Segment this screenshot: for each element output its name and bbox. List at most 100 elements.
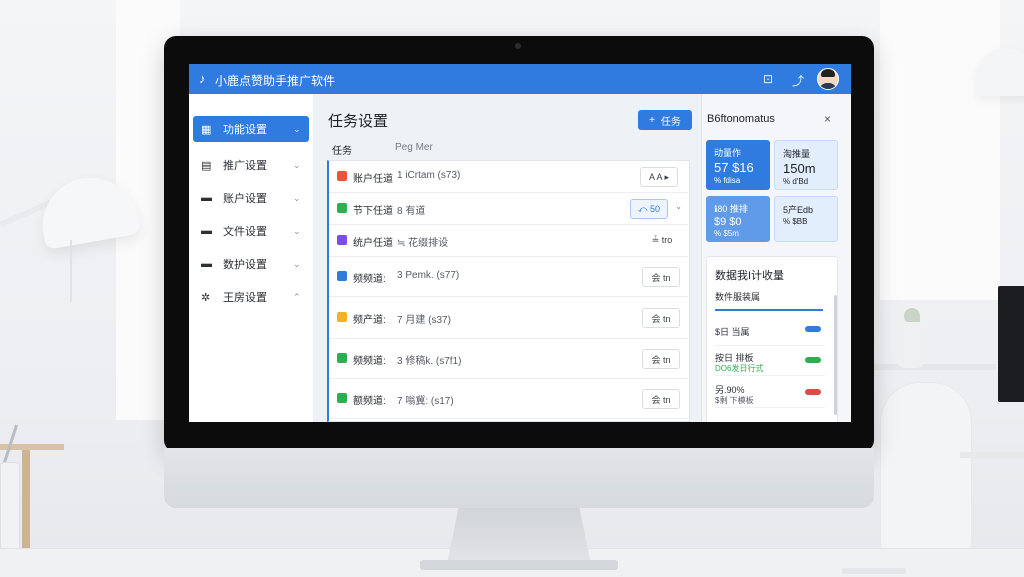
pen-cup: [0, 462, 20, 550]
stat-label: 淘推量: [783, 149, 811, 159]
stat-sub: % fdisa: [714, 176, 741, 185]
chevron-down-icon: ⌄: [293, 192, 301, 203]
close-icon[interactable]: ×: [824, 112, 831, 126]
sidebar-item-label: 王房设置: [223, 292, 267, 304]
task-row[interactable]: 频频道: 3 Pemk. (s77) 会 tn: [329, 257, 688, 297]
shelf: [872, 364, 996, 370]
task-row[interactable]: 节下任道 8 有道 ⤺ 50 ⌄: [329, 193, 688, 225]
task-row[interactable]: 统户任道 ≒ 花缀排设 ≟ tro: [329, 225, 688, 257]
task-name: 统户任道: [353, 238, 393, 249]
sidebar-item-label: 推广设置: [223, 160, 267, 172]
settings-icon[interactable]: ⊡: [763, 72, 773, 86]
task-name: 额频道:: [353, 396, 386, 407]
stat-label: 动量作: [714, 148, 742, 158]
task-detail: ≒ 花缀排设: [397, 238, 449, 249]
list-item[interactable]: $日 当属: [715, 317, 825, 346]
status-badge: [337, 171, 347, 181]
chevron-down-icon: ⌄: [293, 123, 301, 134]
sidebar-item-account-settings[interactable]: ▬ 账户设置 ⌄: [193, 185, 309, 211]
sidebar: ▦ 功能设置 ⌄ ▤ 推广设置 ⌄ ▬ 账户设置 ⌄ ▬ 文件设置 ⌄ ▬ 数护…: [189, 94, 314, 422]
task-detail: 7 月建 (s37): [397, 315, 451, 326]
card-icon: ▬: [201, 192, 212, 204]
toggle[interactable]: [805, 389, 821, 395]
side-monitor: [998, 286, 1024, 402]
task-action-button[interactable]: 会 tn: [642, 308, 680, 328]
status-badge: [337, 393, 347, 403]
grid-icon: ▦: [201, 123, 212, 136]
task-list: 账户任道 1 iCrtam (s73) A A ▸ 节下任道 8 有道 ⤺ 50…: [327, 160, 690, 422]
stat-value: $9 $0: [714, 216, 742, 228]
chevron-down-icon[interactable]: ⌄: [675, 202, 682, 211]
list-item-sub: DO6发日行式: [715, 364, 764, 373]
toggle[interactable]: [805, 326, 821, 332]
panel-title: B6ftonomatus: [707, 113, 775, 125]
stat-card[interactable]: 5产Edb % $BB: [774, 196, 838, 242]
list-item[interactable]: 另.90% $剩 下模板: [715, 379, 825, 408]
status-badge: [337, 203, 347, 213]
task-name: 账户任道: [353, 174, 393, 185]
title-bar: ♪ 小鹿点赞助手推广软件 ⊡ ⤴: [189, 64, 851, 94]
task-detail: 8 有道: [397, 206, 426, 217]
avatar[interactable]: [817, 68, 839, 90]
data-stats-card: 数据我I计收量 数件服装属 $日 当属 按日 排板 DO6发日行式 另.90% …: [706, 256, 838, 422]
task-name: 节下任道: [353, 206, 393, 217]
desk-lamp-cord: [70, 240, 72, 302]
right-panel: B6ftonomatus × 动量作 57 $16 % fdisa 淘推量 15…: [701, 94, 851, 422]
sidebar-item-data-settings[interactable]: ▬ 数护设置 ⌄: [193, 251, 309, 277]
app-window: ♪ 小鹿点赞助手推广软件 ⊡ ⤴ ▦ 功能设置 ⌄ ▤ 推广设置 ⌄ ▬ 账户设…: [189, 64, 851, 422]
task-action-button[interactable]: 会 tn: [642, 349, 680, 369]
monitor-stand: [447, 508, 591, 564]
card-title: 数据我I计收量: [715, 270, 785, 282]
task-action-button[interactable]: ⤺ 50: [630, 199, 668, 219]
app-title: 小鹿点赞助手推广软件: [215, 74, 336, 88]
sidebar-item-system-settings[interactable]: ✲ 王房设置 ⌃: [193, 284, 309, 310]
sidebar-item-function-settings[interactable]: ▦ 功能设置 ⌄: [193, 116, 309, 142]
stool-leg: [22, 450, 30, 548]
app-logo-icon: ♪: [199, 71, 206, 86]
task-detail: 3 Pemk. (s77): [397, 270, 460, 281]
monitor-chin: [164, 448, 874, 508]
sidebar-item-promotion-settings[interactable]: ▤ 推广设置 ⌄: [193, 152, 309, 178]
task-detail: 3 修稿k. (s7f1): [397, 356, 462, 367]
list-item-sub: $剩 下模板: [715, 396, 754, 405]
task-row[interactable]: 频产道: 7 月建 (s37) 会 tn: [329, 297, 688, 339]
document-icon: ▤: [201, 159, 212, 172]
add-task-button[interactable]: + 任务: [638, 110, 692, 130]
tab-secondary[interactable]: Peg Mer: [395, 142, 433, 153]
task-detail: 1 iCrtam (s73): [397, 170, 461, 181]
share-icon[interactable]: ⤴: [792, 72, 804, 89]
stat-card[interactable]: 淘推量 150m % d'Bd: [774, 140, 838, 190]
stat-sub: % $BB: [783, 217, 808, 226]
gear-icon: ✲: [201, 291, 211, 304]
list-item[interactable]: 按日 排板 DO6发日行式: [715, 347, 825, 376]
sidebar-item-file-settings[interactable]: ▬ 文件设置 ⌄: [193, 218, 309, 244]
chevron-down-icon: ⌄: [293, 225, 301, 236]
task-action-button[interactable]: A A ▸: [640, 167, 678, 187]
task-row[interactable]: 额频道: 7 嗡冀: (s17) 会 tn: [329, 379, 688, 419]
page-title: 任务设置: [328, 113, 389, 130]
stat-label: 5产Edb: [783, 205, 814, 215]
scrollbar[interactable]: [834, 295, 837, 415]
plant-pot: [896, 322, 926, 368]
task-row[interactable]: 账户任道 1 iCrtam (s73) A A ▸: [329, 161, 688, 193]
monitor-stand-foot: [420, 560, 618, 570]
stat-card[interactable]: ℹ80 推排 $9 $0 % $5m: [706, 196, 770, 242]
main-content: 任务设置 + 任务 任务 Peg Mer 账户任道 1 iCrtam (s73)…: [313, 94, 701, 422]
side-table: [960, 452, 1024, 458]
sidebar-item-label: 功能设置: [223, 124, 267, 136]
stat-value: 57 $16: [714, 160, 754, 175]
task-action-button[interactable]: ≟ tro: [644, 231, 680, 249]
stat-sub: % d'Bd: [783, 177, 809, 186]
chevron-down-icon: ⌄: [293, 159, 301, 170]
tab-tasks[interactable]: 任务: [332, 142, 352, 157]
task-row[interactable]: 频频道: 3 修稿k. (s7f1) 会 tn: [329, 339, 688, 379]
status-badge: [337, 271, 347, 281]
chair: [880, 382, 972, 552]
stat-card[interactable]: 动量作 57 $16 % fdisa: [706, 140, 770, 190]
task-action-button[interactable]: 会 tn: [642, 267, 680, 287]
chevron-up-icon: ⌃: [293, 291, 301, 302]
task-name: 频频道:: [353, 274, 386, 285]
task-action-button[interactable]: 会 tn: [642, 389, 680, 409]
toggle[interactable]: [805, 357, 821, 363]
sidebar-item-label: 数护设置: [223, 259, 267, 271]
